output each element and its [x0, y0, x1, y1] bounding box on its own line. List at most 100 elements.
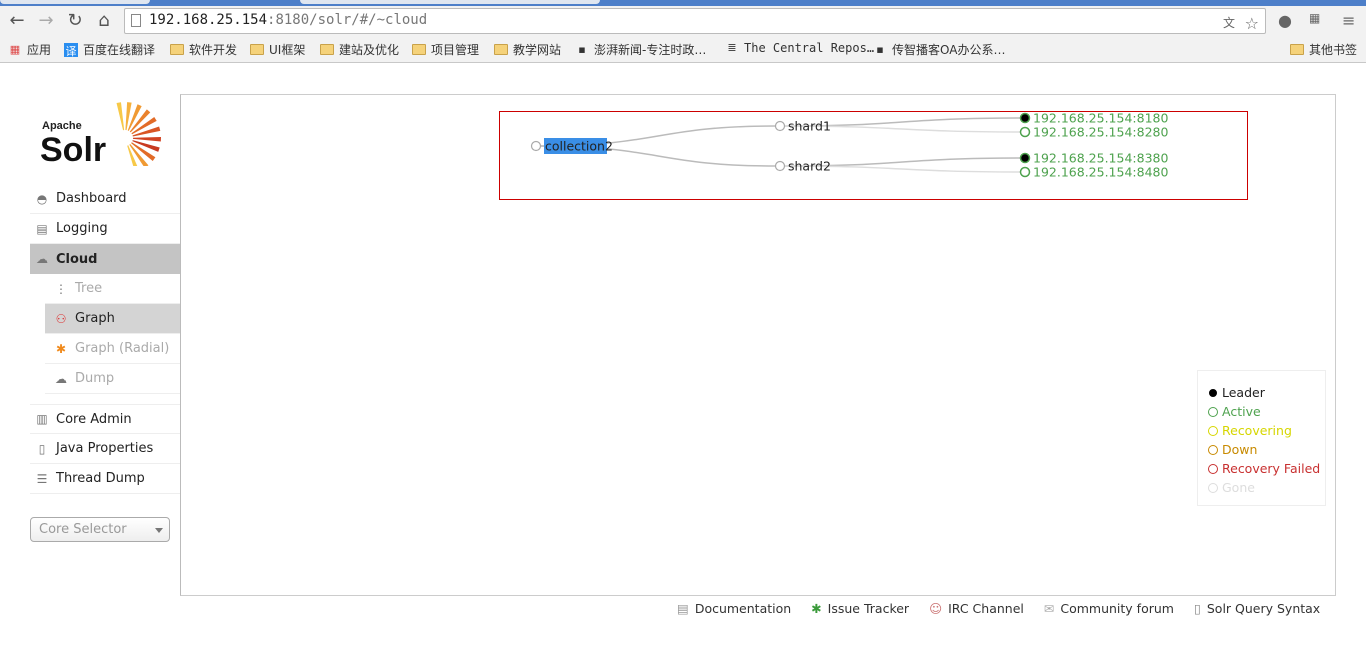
logo-solr: Solr	[40, 131, 106, 166]
core-selector-label: Core Selector	[39, 522, 127, 537]
legend-label: Recovering	[1222, 423, 1292, 438]
legend-label: Recovery Failed	[1222, 461, 1321, 476]
legend-item: Gone	[1208, 478, 1325, 497]
bookmark-item[interactable]: 软件开发	[170, 41, 237, 58]
dump-icon: ☁	[55, 371, 67, 386]
sidebar-item-dump[interactable]: ☁ Dump	[45, 364, 180, 394]
home-icon[interactable]: ⌂	[93, 10, 115, 31]
bookmark-item[interactable]: 建站及优化	[320, 41, 399, 58]
legend-item: Leader	[1208, 383, 1325, 402]
circle-icon	[1208, 444, 1218, 455]
collection-label[interactable]: collection2	[545, 139, 613, 154]
chevron-down-icon	[155, 528, 163, 533]
shard-node	[774, 120, 786, 132]
other-bookmarks[interactable]: 其他书签	[1290, 41, 1357, 58]
star-icon[interactable]: ☆	[1245, 14, 1259, 33]
bookmark-label: 传智播客OA办公系…	[892, 43, 1006, 57]
sidebar-item-label: Cloud	[56, 251, 98, 267]
bookmark-item[interactable]: ▪ 澎湃新闻-专注时政…	[575, 41, 706, 58]
legend-label: Down	[1222, 442, 1258, 457]
apps-grid-icon: ▦	[9, 42, 21, 56]
legend-item: Down	[1208, 440, 1325, 459]
sidebar-item-cloud[interactable]: ☁ Cloud	[30, 244, 180, 274]
logo-ray	[132, 136, 161, 142]
tab[interactable]	[0, 0, 150, 4]
replica-label[interactable]: 192.168.25.154:8180	[1033, 112, 1168, 126]
sidebar-item-label: Graph (Radial)	[75, 341, 170, 356]
solr-logo[interactable]: Apache Solr	[40, 100, 165, 173]
footer-link-community-forum[interactable]: ✉ Community forum	[1044, 601, 1174, 616]
calendar-icon[interactable]: ▦	[1309, 11, 1320, 25]
bookmark-item[interactable]: ≣ The Central Repos…	[725, 41, 874, 55]
bookmark-item[interactable]: 教学网站	[494, 41, 561, 58]
url-path: :8180/solr/#/~cloud	[267, 12, 428, 28]
folder-icon	[170, 44, 184, 55]
logo-ray	[116, 102, 125, 131]
main-content: 192.168.25.154:8180 192.168.25.154:8280 sh…	[180, 94, 1336, 596]
replica-label[interactable]: 192.168.25.154:8480	[1033, 165, 1168, 180]
replica-node	[1019, 166, 1031, 178]
core-selector[interactable]: Core Selector	[30, 517, 170, 542]
sidebar-item-java-properties[interactable]: ▯ Java Properties	[30, 434, 180, 464]
footer-link-solr-query-syntax[interactable]: ▯ Solr Query Syntax	[1194, 601, 1320, 616]
bookmark-label: 建站及优化	[339, 43, 400, 57]
sidebar-item-tree[interactable]: ⋮ Tree	[45, 274, 180, 304]
bookmark-item[interactable]: ▪ 传智播客OA办公系…	[873, 41, 1005, 58]
bookmark-label: 软件开发	[189, 43, 238, 57]
footer-link-irc-channel[interactable]: ☺ IRC Channel	[929, 601, 1024, 616]
replica-node	[1019, 126, 1031, 138]
bookmark-label: 百度在线翻译	[83, 43, 156, 57]
address-bar[interactable]: 192.168.25.154:8180/solr/#/~cloud 文 ☆	[124, 8, 1266, 34]
translate-icon[interactable]: 文	[1223, 14, 1235, 31]
sidebar: ◓ Dashboard ▤ Logging ☁ Cloud ⋮ Tree ⚇ Graph ✱ Grap…	[30, 184, 180, 494]
sidebar-item-label: Thread Dump	[56, 471, 145, 486]
browser-toolbar: ← → ↻ ⌂ 192.168.25.154:8180/solr/#/~clou…	[0, 6, 1366, 36]
replica-label[interactable]: 192.168.25.154:8280	[1033, 125, 1168, 140]
envelope-icon: ✉	[1043, 601, 1055, 616]
logging-icon: ▤	[36, 221, 48, 236]
bookmark-label: 项目管理	[431, 43, 480, 57]
stack-icon: ☰	[36, 471, 48, 486]
shard-label[interactable]: shard1	[788, 119, 831, 134]
forward-icon[interactable]: →	[35, 10, 57, 31]
bookmark-item[interactable]: 项目管理	[412, 41, 479, 58]
sidebar-item-label: Core Admin	[56, 411, 132, 427]
sidebar-item-graph-radial[interactable]: ✱ Graph (Radial)	[45, 334, 180, 364]
sidebar-item-logging[interactable]: ▤ Logging	[30, 214, 180, 244]
legend-item: Active	[1208, 402, 1325, 421]
url-host: 192.168.25.154	[149, 12, 268, 28]
tab[interactable]	[300, 0, 600, 4]
legend-item: Recovery Failed	[1208, 459, 1325, 478]
cloud-graph: 192.168.25.154:8180 192.168.25.154:8280 sh…	[499, 111, 1248, 200]
footer-link-label: Solr Query Syntax	[1206, 601, 1321, 616]
back-icon[interactable]: ←	[6, 10, 28, 31]
bookmark-item[interactable]: UI框架	[250, 41, 305, 58]
shard-node	[774, 160, 786, 172]
bookmark-item[interactable]: ▦ 应用	[8, 41, 51, 58]
sidebar-item-label: Graph	[75, 311, 115, 326]
folder-icon	[320, 44, 334, 55]
reload-icon[interactable]: ↻	[64, 10, 86, 31]
sidebar-item-graph[interactable]: ⚇ Graph	[45, 304, 180, 334]
evernote-icon[interactable]: ●	[1278, 11, 1292, 30]
footer-link-issue-tracker[interactable]: ✱ Issue Tracker	[811, 601, 909, 616]
sidebar-item-core-admin[interactable]: ▥ Core Admin	[30, 404, 180, 434]
cloud-icon: ☁	[36, 252, 48, 266]
sidebar-item-label: Tree	[75, 281, 103, 296]
sidebar-item-thread-dump[interactable]: ☰ Thread Dump	[30, 464, 180, 494]
footer-link-documentation[interactable]: ▤ Documentation	[677, 601, 791, 616]
bookmark-label: 其他书签	[1309, 43, 1358, 57]
sidebar-item-label: Java Properties	[56, 441, 154, 456]
footer-link-label: Community forum	[1060, 601, 1174, 616]
sidebar-item-dashboard[interactable]: ◓ Dashboard	[30, 184, 180, 214]
circle-icon	[1208, 406, 1218, 417]
replica-label[interactable]: 192.168.25.154:8380	[1033, 151, 1168, 166]
bookmark-item[interactable]: 译百度在线翻译	[64, 41, 155, 58]
shard-label[interactable]: shard2	[788, 159, 831, 174]
gauge-icon: ◓	[36, 191, 48, 206]
tree-icon: ⋮	[55, 281, 67, 296]
bug-icon: ✱	[811, 601, 822, 616]
menu-icon[interactable]: ≡	[1342, 11, 1355, 30]
jar-icon: ▯	[38, 441, 46, 456]
document-icon: ▤	[677, 601, 689, 616]
